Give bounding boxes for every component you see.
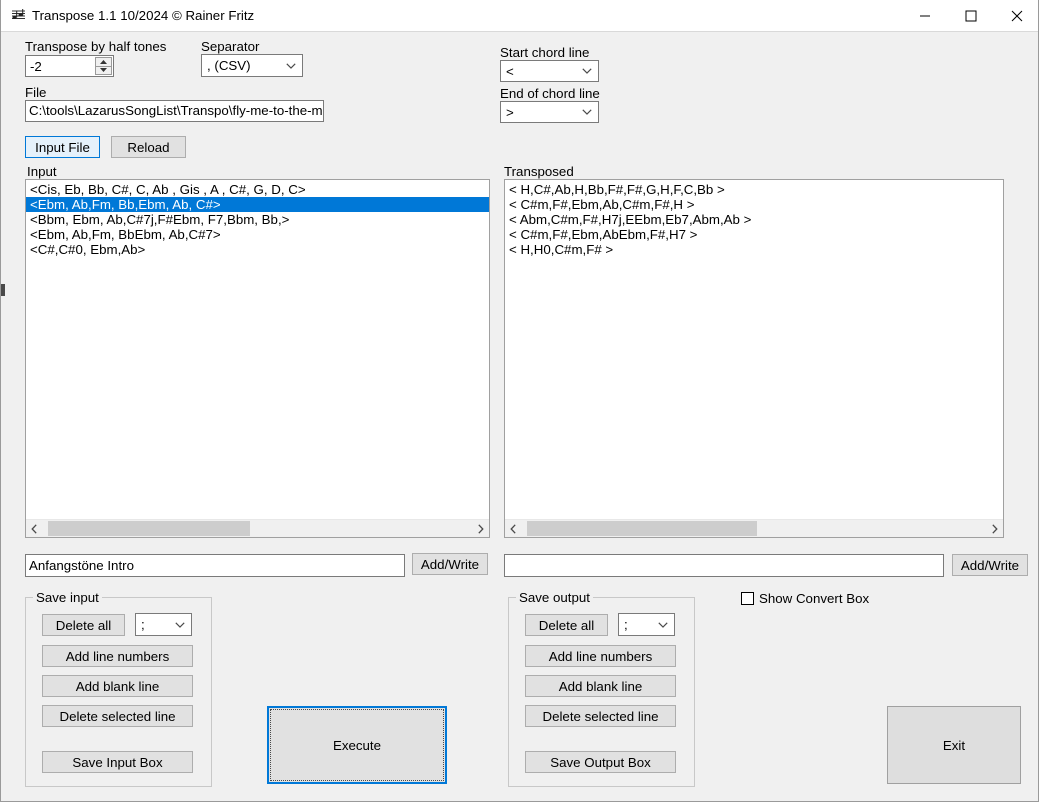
save-output-delete-selected-line-label: Delete selected line xyxy=(542,708,659,724)
exit-button-label: Exit xyxy=(942,737,966,753)
save-output-separator-value: ; xyxy=(624,617,628,632)
minimize-button[interactable] xyxy=(902,0,948,31)
end-chord-line-label: End of chord line xyxy=(500,86,600,101)
edge-artifact xyxy=(1,284,5,296)
file-label: File xyxy=(25,85,47,100)
save-output-delete-all-label: Delete all xyxy=(538,617,595,633)
show-convert-box-label: Show Convert Box xyxy=(759,591,870,606)
separator-select[interactable]: , (CSV) xyxy=(201,54,303,77)
list-item[interactable]: <Ebm, Ab,Fm, Bb,Ebm, Ab, C#> xyxy=(26,197,489,212)
separator-value: , (CSV) xyxy=(207,58,251,73)
list-item[interactable]: < C#m,F#,Ebm,AbEbm,F#,H7 > xyxy=(505,227,1003,242)
file-path-value: C:\tools\LazarusSongList\Transpo\fly-me-… xyxy=(29,103,324,119)
list-item[interactable]: < C#m,F#,Ebm,Ab,C#m,F#,H > xyxy=(505,197,1003,212)
input-listbox-label: Input xyxy=(27,164,57,179)
output-append-field[interactable] xyxy=(504,554,944,577)
save-output-delete-all-button[interactable]: Delete all xyxy=(525,614,608,636)
save-output-add-blank-line-button[interactable]: Add blank line xyxy=(525,675,676,697)
save-input-add-blank-line-button[interactable]: Add blank line xyxy=(42,675,193,697)
show-convert-box-checkbox[interactable]: Show Convert Box xyxy=(741,591,869,606)
transpose-value[interactable]: -2 xyxy=(26,56,95,76)
input-listbox-hscrollbar[interactable] xyxy=(26,519,489,537)
chevron-down-icon xyxy=(169,621,191,628)
start-chord-line-select[interactable]: < xyxy=(500,60,599,82)
transposed-listbox-items: < H,C#,Ab,H,Bb,F#,F#,G,H,F,C,Bb > < C#m,… xyxy=(505,180,1003,520)
execute-button[interactable]: Execute xyxy=(267,706,447,784)
save-input-separator-select[interactable]: ; xyxy=(135,613,192,636)
transposed-listbox-label: Transposed xyxy=(504,164,574,179)
scroll-left-icon[interactable] xyxy=(505,520,522,537)
separator-label: Separator xyxy=(201,39,260,54)
save-input-add-line-numbers-label: Add line numbers xyxy=(65,648,170,664)
list-item[interactable]: < H,C#,Ab,H,Bb,F#,F#,G,H,F,C,Bb > xyxy=(505,182,1003,197)
transposed-listbox-scroll-thumb[interactable] xyxy=(527,521,757,536)
save-output-add-line-numbers-button[interactable]: Add line numbers xyxy=(525,645,676,667)
start-chord-line-label: Start chord line xyxy=(500,45,590,60)
save-input-delete-selected-line-label: Delete selected line xyxy=(59,708,176,724)
chevron-down-icon xyxy=(576,68,598,74)
application-window: Transpose 1.1 10/2024 © Rainer Fritz Tra… xyxy=(0,0,1039,802)
window-title: Transpose 1.1 10/2024 © Rainer Fritz xyxy=(32,8,255,23)
scroll-right-icon[interactable] xyxy=(986,520,1003,537)
save-input-box-label: Save Input Box xyxy=(72,754,163,770)
chevron-down-icon xyxy=(576,109,598,115)
save-output-title: Save output xyxy=(516,590,593,605)
save-input-add-line-numbers-button[interactable]: Add line numbers xyxy=(42,645,193,667)
save-input-delete-all-label: Delete all xyxy=(55,617,112,633)
list-item[interactable]: <Cis, Eb, Bb, C#, C, Ab , Gis , A , C#, … xyxy=(26,182,489,197)
scroll-right-icon[interactable] xyxy=(472,520,489,537)
spin-down-icon[interactable] xyxy=(95,66,112,75)
save-output-add-blank-line-label: Add blank line xyxy=(558,678,643,694)
save-output-separator-select[interactable]: ; xyxy=(618,613,675,636)
output-add-write-label: Add/Write xyxy=(960,557,1020,573)
save-input-delete-selected-line-button[interactable]: Delete selected line xyxy=(42,705,193,727)
spin-up-icon[interactable] xyxy=(95,57,112,67)
output-add-write-button[interactable]: Add/Write xyxy=(952,554,1028,576)
save-input-delete-all-button[interactable]: Delete all xyxy=(42,614,125,636)
save-output-add-line-numbers-label: Add line numbers xyxy=(548,648,653,664)
end-chord-line-select[interactable]: > xyxy=(500,101,599,123)
transposed-listbox-hscrollbar[interactable] xyxy=(505,519,1003,537)
list-item[interactable]: <Ebm, Ab,Fm, BbEbm, Ab,C#7> xyxy=(26,227,489,242)
input-listbox-items: <Cis, Eb, Bb, C#, C, Ab , Gis , A , C#, … xyxy=(26,180,489,520)
reload-button-label: Reload xyxy=(127,139,170,155)
checkbox-indicator[interactable] xyxy=(741,592,754,605)
input-file-button[interactable]: Input File xyxy=(25,136,100,158)
list-item[interactable]: < Abm,C#m,F#,H7j,EEbm,Eb7,Abm,Ab > xyxy=(505,212,1003,227)
transposed-listbox[interactable]: < H,C#,Ab,H,Bb,F#,F#,G,H,F,C,Bb > < C#m,… xyxy=(504,179,1004,538)
input-file-button-label: Input File xyxy=(35,139,90,155)
save-input-separator-value: ; xyxy=(141,617,145,632)
list-item[interactable]: < H,H0,C#m,F# > xyxy=(505,242,1003,257)
save-output-delete-selected-line-button[interactable]: Delete selected line xyxy=(525,705,676,727)
save-output-box-button[interactable]: Save Output Box xyxy=(525,751,676,773)
start-chord-line-value: < xyxy=(506,63,514,79)
input-add-write-button[interactable]: Add/Write xyxy=(412,553,488,575)
input-append-value: Anfangstöne Intro xyxy=(29,557,134,573)
chevron-down-icon xyxy=(652,621,674,628)
list-item[interactable]: <Bbm, Ebm, Ab,C#7j,F#Ebm, F7,Bbm, Bb,> xyxy=(26,212,489,227)
scroll-left-icon[interactable] xyxy=(26,520,43,537)
close-button[interactable] xyxy=(994,0,1038,31)
transpose-spin-edit[interactable]: -2 xyxy=(25,55,114,77)
save-input-add-blank-line-label: Add blank line xyxy=(75,678,160,694)
exit-button[interactable]: Exit xyxy=(887,706,1021,784)
transpose-spin-buttons xyxy=(95,57,112,75)
save-output-box-label: Save Output Box xyxy=(550,754,651,770)
transpose-label: Transpose by half tones xyxy=(25,39,167,54)
save-input-title: Save input xyxy=(33,590,102,605)
music-staff-icon xyxy=(10,7,27,24)
save-input-box-button[interactable]: Save Input Box xyxy=(42,751,193,773)
reload-button[interactable]: Reload xyxy=(111,136,186,158)
input-listbox[interactable]: <Cis, Eb, Bb, C#, C, Ab , Gis , A , C#, … xyxy=(25,179,490,538)
file-path-input[interactable]: C:\tools\LazarusSongList\Transpo\fly-me-… xyxy=(25,100,324,122)
title-bar: Transpose 1.1 10/2024 © Rainer Fritz xyxy=(1,0,1038,32)
chevron-down-icon xyxy=(280,62,302,69)
list-item[interactable]: <C#,C#0, Ebm,Ab> xyxy=(26,242,489,257)
input-listbox-scroll-thumb[interactable] xyxy=(48,521,250,536)
end-chord-line-value: > xyxy=(506,104,514,120)
maximize-button[interactable] xyxy=(948,0,994,31)
execute-button-label: Execute xyxy=(332,737,382,753)
input-append-field[interactable]: Anfangstöne Intro xyxy=(25,554,405,577)
input-add-write-label: Add/Write xyxy=(420,556,480,572)
